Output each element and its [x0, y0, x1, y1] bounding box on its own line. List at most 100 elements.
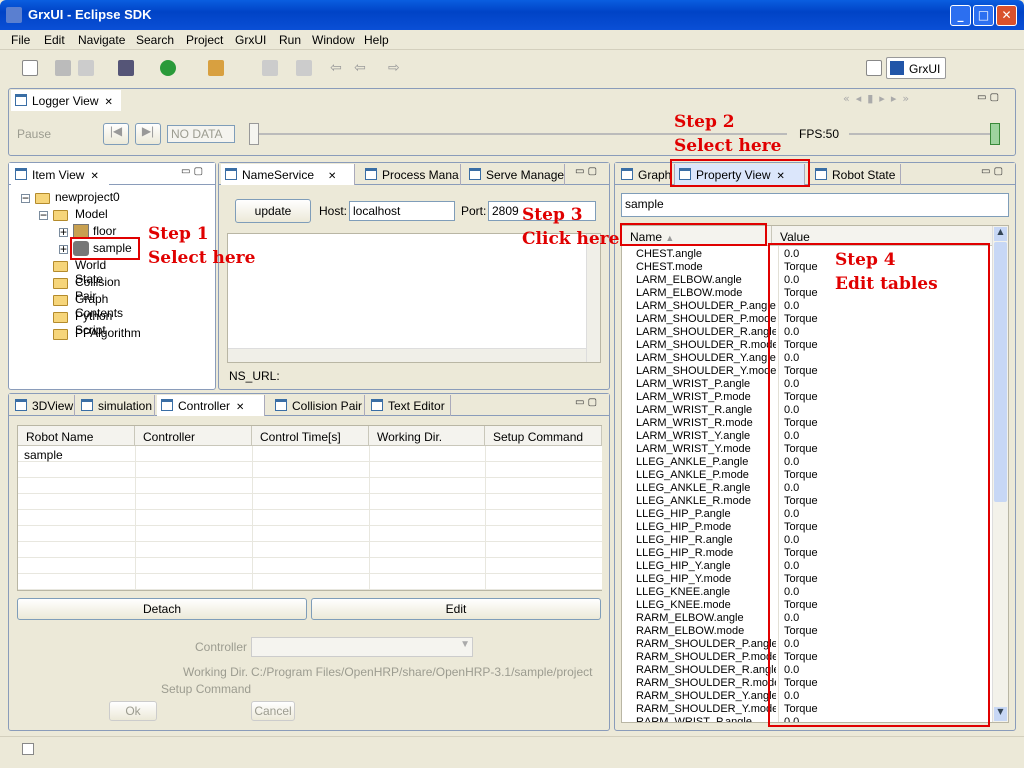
expand-toggle[interactable]: +	[59, 226, 68, 238]
property-name: RARM_ELBOW.mode	[636, 625, 745, 637]
property-filter-input[interactable]: sample	[621, 193, 1009, 217]
menu-grxui[interactable]: GrxUI	[235, 33, 266, 47]
horizontal-scrollbar[interactable]	[228, 348, 600, 362]
playback-controls[interactable]: «◂▮▸▸»	[843, 92, 915, 105]
vertical-scrollbar[interactable]: ▲ ▼	[992, 226, 1008, 722]
tab-simulation[interactable]: simulation	[77, 395, 155, 416]
folder-icon	[53, 312, 68, 323]
property-name: RARM_SHOULDER_R.mode	[636, 677, 776, 689]
nameservice-tree[interactable]	[227, 233, 601, 363]
next-annotation-icon[interactable]	[262, 60, 278, 76]
close-tab-icon[interactable]: ✕	[328, 171, 336, 182]
tab-robot-state[interactable]: Robot State	[811, 164, 901, 185]
tab-logger-view[interactable]: Logger View ✕	[11, 90, 121, 111]
print-icon[interactable]	[78, 60, 94, 76]
tools-icon[interactable]	[118, 60, 134, 76]
property-name: LARM_WRIST_Y.mode	[636, 443, 751, 455]
prev-frame-button[interactable]: |◀	[103, 123, 129, 145]
perspective-button[interactable]: GrxUI	[886, 57, 946, 79]
menu-run[interactable]: Run	[279, 33, 301, 47]
minimize-view-icon[interactable]: ▭ ▢	[575, 397, 597, 408]
menu-window[interactable]: Window	[312, 33, 355, 47]
edit-button[interactable]: Edit	[311, 598, 601, 620]
minimize-view-icon[interactable]: ▭ ▢	[181, 166, 203, 177]
tab-collision-pair[interactable]: Collision Pair	[271, 395, 365, 416]
controller-select[interactable]: ▼	[251, 637, 473, 657]
column-header[interactable]: Robot Name	[18, 426, 135, 446]
column-header[interactable]: Setup Command	[485, 426, 602, 446]
property-name: LLEG_HIP_R.angle	[636, 534, 733, 546]
ok-button[interactable]: Ok	[109, 701, 157, 721]
property-name: LARM_SHOULDER_R.angle	[636, 326, 776, 338]
tab-item-view[interactable]: Item View ✕	[11, 164, 109, 185]
view-icon	[469, 168, 481, 180]
step-instruction: Click here	[522, 229, 620, 249]
tree-item-model[interactable]: Model	[75, 207, 108, 221]
fps-slider-thumb[interactable]	[990, 123, 1000, 145]
maximize-button[interactable]: □	[973, 5, 994, 26]
scrollbar-thumb[interactable]	[994, 242, 1007, 502]
tab-process-manager[interactable]: Process Mana	[361, 164, 461, 185]
tab-controller[interactable]: Controller ✕	[157, 395, 265, 416]
next-frame-button[interactable]: ▶|	[135, 123, 161, 145]
detach-button[interactable]: Detach	[17, 598, 307, 620]
tab-nameservice[interactable]: NameService ✕	[221, 164, 355, 185]
fast-view-icon[interactable]	[22, 743, 34, 755]
column-header[interactable]: Controller	[135, 426, 252, 446]
menu-search[interactable]: Search	[136, 33, 174, 47]
last-edit-icon[interactable]: ⇦	[330, 60, 346, 76]
minimize-view-icon[interactable]: ▭ ▢	[575, 166, 597, 177]
menu-navigate[interactable]: Navigate	[78, 33, 125, 47]
scroll-down-icon[interactable]: ▼	[994, 707, 1007, 721]
app-icon	[6, 7, 22, 23]
property-name: LARM_ELBOW.angle	[636, 274, 742, 286]
cancel-button[interactable]: Cancel	[251, 701, 295, 721]
close-tab-icon[interactable]: ✕	[236, 402, 244, 413]
expand-toggle[interactable]: +	[59, 243, 68, 255]
tree-item-ppalgorithm[interactable]: PPAlgorithm	[75, 326, 141, 340]
property-name: LLEG_HIP_Y.mode	[636, 573, 732, 585]
vertical-scrollbar[interactable]	[586, 234, 600, 362]
view-icon	[15, 168, 27, 180]
tab-text-editor[interactable]: Text Editor	[367, 395, 451, 416]
table-row[interactable]: sample	[24, 448, 63, 462]
collapse-toggle[interactable]: −	[21, 192, 30, 204]
fps-slider-track[interactable]	[849, 133, 999, 135]
scroll-up-icon[interactable]: ▲	[994, 227, 1007, 241]
time-slider-thumb[interactable]	[249, 123, 259, 145]
prev-annotation-icon[interactable]	[296, 60, 312, 76]
view-icon	[81, 399, 93, 411]
tab-serve-manager[interactable]: Serve Manager	[465, 164, 565, 185]
tab-3dview[interactable]: 3DView	[11, 395, 75, 416]
external-tools-icon[interactable]	[208, 60, 224, 76]
host-input[interactable]: localhost	[349, 201, 455, 221]
close-tab-icon[interactable]: ✕	[90, 171, 98, 182]
menu-project[interactable]: Project	[186, 33, 223, 47]
property-name: LARM_WRIST_P.mode	[636, 391, 751, 403]
tab-label: Controller	[178, 399, 231, 413]
column-header[interactable]: Control Time[s]	[252, 426, 369, 446]
view-icon	[371, 399, 383, 411]
menu-help[interactable]: Help	[364, 33, 389, 47]
open-perspective-icon[interactable]	[866, 60, 882, 76]
update-button[interactable]: update	[235, 199, 311, 223]
menu-file[interactable]: File	[11, 33, 30, 47]
save-icon[interactable]	[55, 60, 71, 76]
close-button[interactable]: ✕	[996, 5, 1017, 26]
collapse-toggle[interactable]: −	[39, 209, 48, 221]
forward-icon[interactable]: ⇨	[388, 60, 404, 76]
minimize-view-icon[interactable]: ▭ ▢	[981, 166, 1003, 177]
menu-edit[interactable]: Edit	[44, 33, 65, 47]
minimize-view-icon[interactable]: ▭ ▢	[977, 92, 999, 103]
tab-graph[interactable]: Graph	[617, 164, 675, 185]
back-icon[interactable]: ⇦	[354, 60, 370, 76]
tree-item-floor[interactable]: floor	[93, 224, 116, 238]
property-name: LLEG_KNEE.angle	[636, 586, 731, 598]
run-icon[interactable]	[160, 60, 176, 76]
new-icon[interactable]	[22, 60, 38, 76]
close-tab-icon[interactable]: ✕	[105, 97, 113, 108]
column-header[interactable]: Working Dir.	[369, 426, 485, 446]
tree-item-newproject0[interactable]: newproject0	[55, 190, 120, 204]
minimize-button[interactable]: _	[950, 5, 971, 26]
controller-table[interactable]: Robot Name Controller Control Time[s] Wo…	[17, 425, 602, 591]
